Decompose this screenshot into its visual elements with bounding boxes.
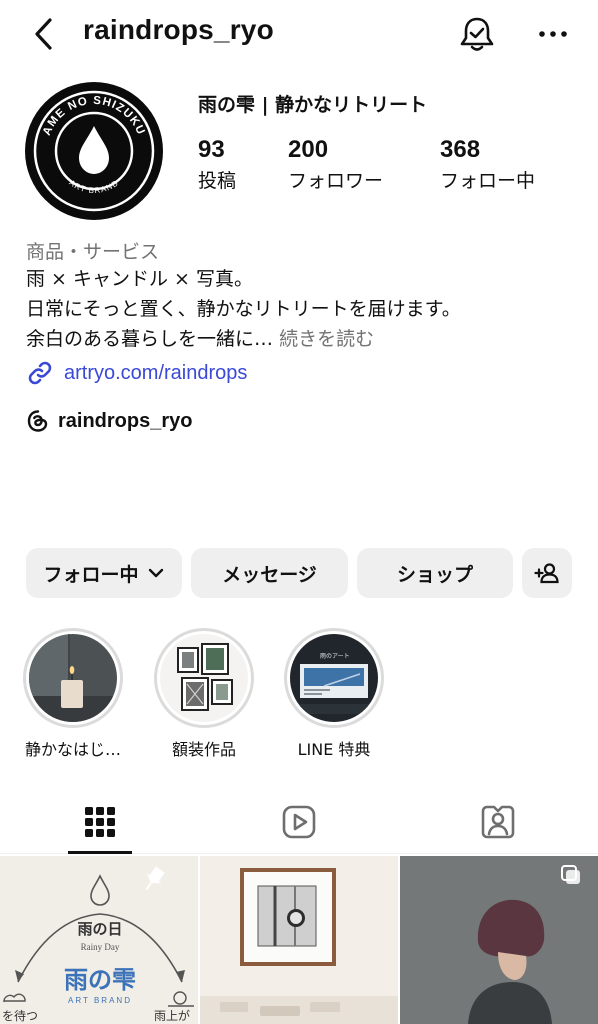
grid-icon: [84, 807, 115, 837]
more-options-button[interactable]: [536, 20, 570, 48]
highlight-cover: [29, 634, 117, 722]
portrait-post-image: [400, 856, 598, 1024]
followers-label: フォロワー: [288, 170, 384, 192]
website-link[interactable]: artryo.com/raindrops: [26, 358, 247, 388]
tab-tagged[interactable]: [398, 790, 597, 854]
posts-value: 93: [198, 136, 225, 163]
threads-icon: [27, 410, 48, 432]
candle-photo: [29, 634, 117, 722]
post-thumbnail[interactable]: [200, 856, 398, 1024]
bio-line: 余白のある暮らしを一緒に… 続きを読む: [26, 324, 374, 351]
threads-badge[interactable]: raindrops_ryo: [26, 406, 192, 436]
posts-label: 投稿: [198, 170, 237, 192]
message-button[interactable]: メッセージ: [191, 548, 348, 598]
svg-text:雨の雫: 雨の雫: [64, 966, 136, 994]
profile-tabs: [0, 790, 598, 854]
profile-username: raindrops_ryo: [83, 14, 274, 45]
highlight-ring: 雨のアート: [284, 628, 384, 728]
top-bar: raindrops_ryo: [0, 0, 598, 68]
tagged-icon: [481, 805, 514, 839]
display-name: 雨の雫 | 静かなリトリート: [198, 94, 428, 116]
chevron-left-icon: [35, 18, 52, 50]
reels-icon: [282, 805, 315, 839]
highlight-cover: 雨のアート: [290, 634, 378, 722]
chevron-down-icon: [148, 568, 163, 578]
story-highlight[interactable]: 雨のアート LINE 特典: [282, 628, 386, 760]
website-link-text[interactable]: artryo.com/raindrops: [64, 362, 247, 385]
highlight-label: LINE 特典: [297, 740, 371, 759]
svg-text:を待つ: を待つ: [2, 1009, 38, 1023]
story-highlight[interactable]: 静かなはじ…: [21, 628, 125, 760]
add-user-icon: [534, 563, 559, 584]
active-tab-indicator: [68, 851, 132, 854]
profile-avatar[interactable]: AME NO SHIZUKU ART BRAND: [25, 82, 163, 220]
highlight-label: 静かなはじ…: [24, 740, 121, 759]
post-thumbnail[interactable]: [400, 856, 598, 1024]
bell-check-icon: [460, 17, 494, 51]
back-button[interactable]: [30, 14, 60, 54]
followers-value: 200: [288, 136, 329, 163]
story-highlight[interactable]: 額装作品: [152, 628, 256, 760]
following-value: 368: [440, 136, 481, 163]
framed-art-post-image: [200, 856, 398, 1024]
following-button-label: フォロー中: [43, 563, 139, 586]
following-label: フォロー中: [440, 170, 536, 192]
profile-category: 商品・サービス: [26, 241, 160, 263]
highlight-cover: [160, 634, 248, 722]
svg-text:ART BRAND: ART BRAND: [68, 996, 132, 1005]
tab-posts-grid[interactable]: [0, 790, 199, 854]
shop-button[interactable]: ショップ: [357, 548, 513, 598]
bio-line: 雨 × キャンドル × 写真。: [26, 268, 253, 290]
read-more-link[interactable]: 続きを読む: [279, 328, 374, 350]
threads-handle: raindrops_ryo: [58, 409, 193, 432]
highlight-label: 額装作品: [171, 740, 236, 759]
framed-art-photo: [160, 634, 248, 722]
link-icon: [28, 361, 52, 385]
post-thumbnail[interactable]: 雨の日 Rainy Day 雨の雫 ART BRAND を待つ 雨上が: [0, 856, 198, 1024]
more-icon: [539, 31, 567, 37]
highlight-ring: [23, 628, 123, 728]
notifications-button[interactable]: [457, 14, 497, 54]
line-bonus-cover: 雨のアート: [290, 634, 378, 722]
svg-text:雨のアート: 雨のアート: [320, 653, 350, 660]
bio-line-text: 余白のある暮らしを一緒に…: [26, 328, 274, 350]
highlight-ring: [154, 628, 254, 728]
rainy-day-post-image: 雨の日 Rainy Day 雨の雫 ART BRAND を待つ 雨上が: [0, 856, 198, 1024]
following-button[interactable]: フォロー中: [26, 548, 182, 598]
posts-count[interactable]: 93 投稿: [198, 136, 236, 193]
bio-line: 日常にそっと置く、静かなリトリートを届けます。: [26, 298, 461, 320]
following-count[interactable]: 368 フォロー中: [440, 136, 535, 193]
svg-text:Rainy Day: Rainy Day: [81, 942, 120, 952]
tab-reels[interactable]: [199, 790, 398, 854]
suggested-users-button[interactable]: [522, 548, 572, 598]
followers-count[interactable]: 200 フォロワー: [288, 136, 383, 193]
svg-text:雨上が: 雨上が: [154, 1008, 190, 1023]
svg-text:雨の日: 雨の日: [77, 920, 122, 938]
brand-logo: AME NO SHIZUKU ART BRAND: [28, 85, 160, 217]
